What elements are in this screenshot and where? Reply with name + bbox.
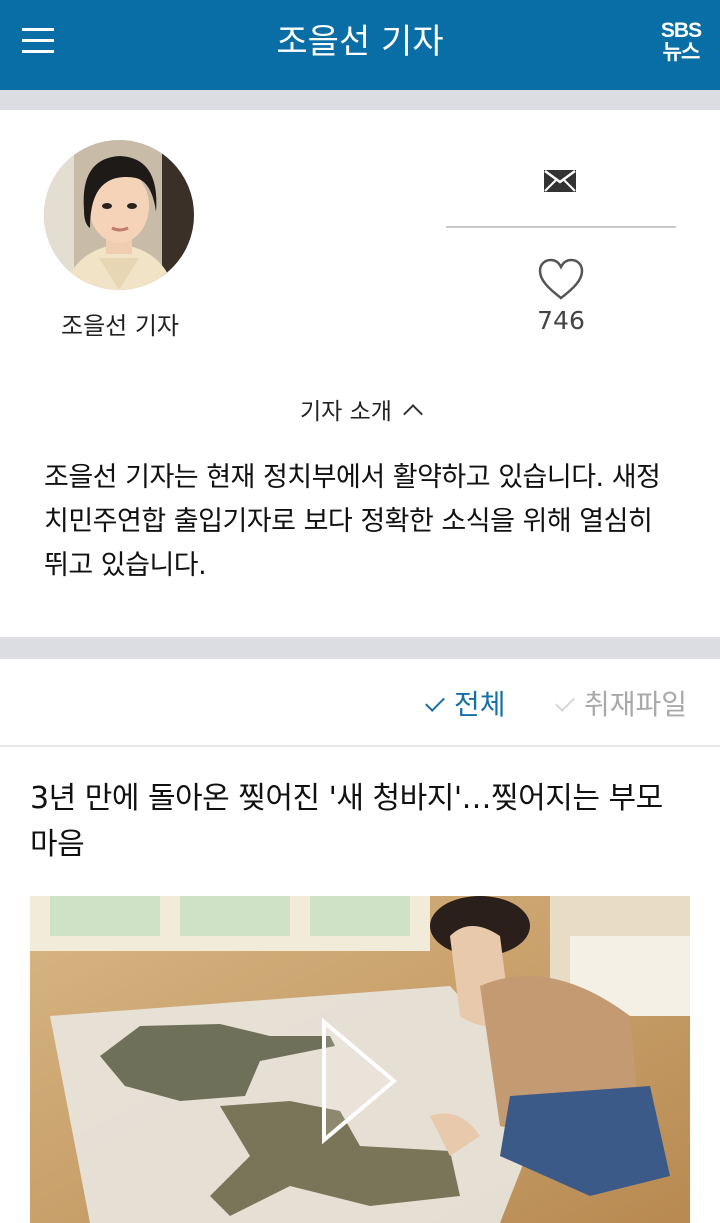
section-divider xyxy=(0,90,720,110)
reporter-profile: 조을선 기자 746 기자 소개 조을선 기자는 현재 정치부에서 활약하고 있… xyxy=(0,110,720,637)
mail-icon xyxy=(544,170,576,192)
like-count: 746 xyxy=(537,306,585,335)
mail-button[interactable] xyxy=(446,150,676,228)
filter-all-label: 전체 xyxy=(454,688,506,721)
top-bar: 조을선 기자 SBS 뉴스 xyxy=(0,0,720,90)
like-button[interactable]: 746 xyxy=(446,250,676,340)
page-title: 조을선 기자 xyxy=(276,22,444,62)
brand-line-1: SBS xyxy=(660,19,702,42)
intro-toggle[interactable]: 기자 소개 xyxy=(260,392,460,428)
chevron-up-icon xyxy=(403,404,423,424)
filter-report-file[interactable]: 취재파일 xyxy=(555,683,688,723)
reporter-intro: 조을선 기자는 현재 정치부에서 활약하고 있습니다. 새정치민주연합 출입기자… xyxy=(44,462,661,581)
avatar xyxy=(44,140,194,290)
intro-toggle-label: 기자 소개 xyxy=(300,399,392,425)
filter-report-file-label: 취재파일 xyxy=(584,688,688,721)
article-thumbnail[interactable] xyxy=(30,896,690,1223)
filter-bar: 전체 취재파일 xyxy=(0,659,720,747)
play-icon[interactable] xyxy=(320,1018,400,1144)
check-icon xyxy=(555,692,575,712)
article-title[interactable]: 3년 만에 돌아온 찢어진 '새 청바지'…찢어지는 부모 마음 xyxy=(30,776,690,868)
section-divider xyxy=(0,637,720,659)
brand-line-2: 뉴스 xyxy=(662,41,701,64)
sbs-news-logo[interactable]: SBS 뉴스 xyxy=(658,20,704,68)
reporter-name: 조을선 기자 xyxy=(60,312,180,340)
filter-all[interactable]: 전체 xyxy=(425,683,506,723)
check-icon xyxy=(425,692,445,712)
heart-icon xyxy=(538,258,584,300)
